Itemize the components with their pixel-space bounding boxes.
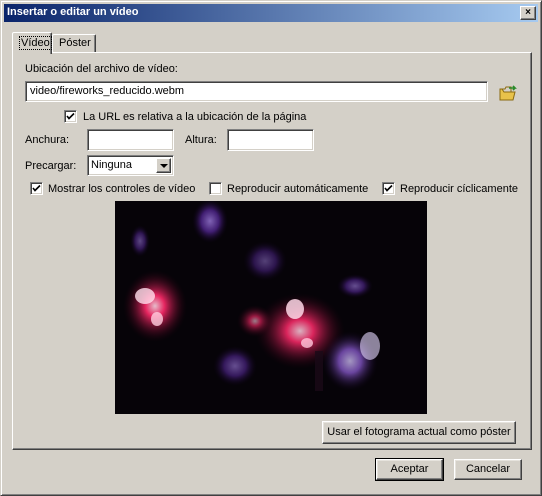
relative-url-label: La URL es relativa a la ubicación de la … [83, 111, 307, 123]
tab-video[interactable]: Vídeo [12, 32, 52, 54]
close-button[interactable]: × [520, 6, 536, 20]
preload-label: Precargar: [25, 160, 77, 172]
accept-button[interactable]: Aceptar [375, 458, 444, 481]
width-label: Anchura: [25, 134, 70, 146]
tab-video-label: Vídeo [19, 36, 52, 50]
chevron-down-icon[interactable] [156, 158, 171, 173]
check-mark-icon [66, 112, 75, 120]
source-url-input[interactable]: video/fireworks_reducido.webm [25, 81, 488, 102]
show-controls-checkbox[interactable] [30, 182, 43, 195]
cancel-button[interactable]: Cancelar [454, 459, 522, 480]
folder-open-icon[interactable] [499, 84, 517, 102]
autoplay-checkbox[interactable] [209, 182, 222, 195]
use-frame-as-poster-button[interactable]: Usar el fotograma actual como póster [322, 421, 516, 444]
relative-url-checkbox[interactable] [64, 110, 77, 123]
width-input[interactable] [87, 129, 174, 151]
tab-poster[interactable]: Póster [52, 34, 96, 53]
fireworks-frame-image [115, 201, 427, 414]
title-bar[interactable]: Insertar o editar un vídeo × [4, 4, 538, 22]
dialog-title: Insertar o editar un vídeo [7, 6, 139, 18]
show-controls-label: Mostrar los controles de vídeo [48, 183, 196, 195]
preload-value: Ninguna [91, 159, 132, 171]
autoplay-label: Reproducir automáticamente [227, 183, 369, 195]
close-icon: × [525, 7, 531, 18]
tab-poster-label: Póster [59, 37, 91, 49]
loop-checkbox[interactable] [382, 182, 395, 195]
check-mark-icon [384, 184, 393, 192]
check-mark-icon [32, 184, 41, 192]
video-preview[interactable] [115, 201, 427, 414]
source-label: Ubicación del archivo de vídeo: [25, 63, 178, 75]
height-label: Altura: [185, 134, 217, 146]
loop-label: Reproducir cíclicamente [400, 183, 518, 195]
preload-select[interactable]: Ninguna [87, 155, 174, 176]
video-dialog: Insertar o editar un vídeo × Vídeo Póste… [0, 0, 542, 496]
height-input[interactable] [227, 129, 314, 151]
